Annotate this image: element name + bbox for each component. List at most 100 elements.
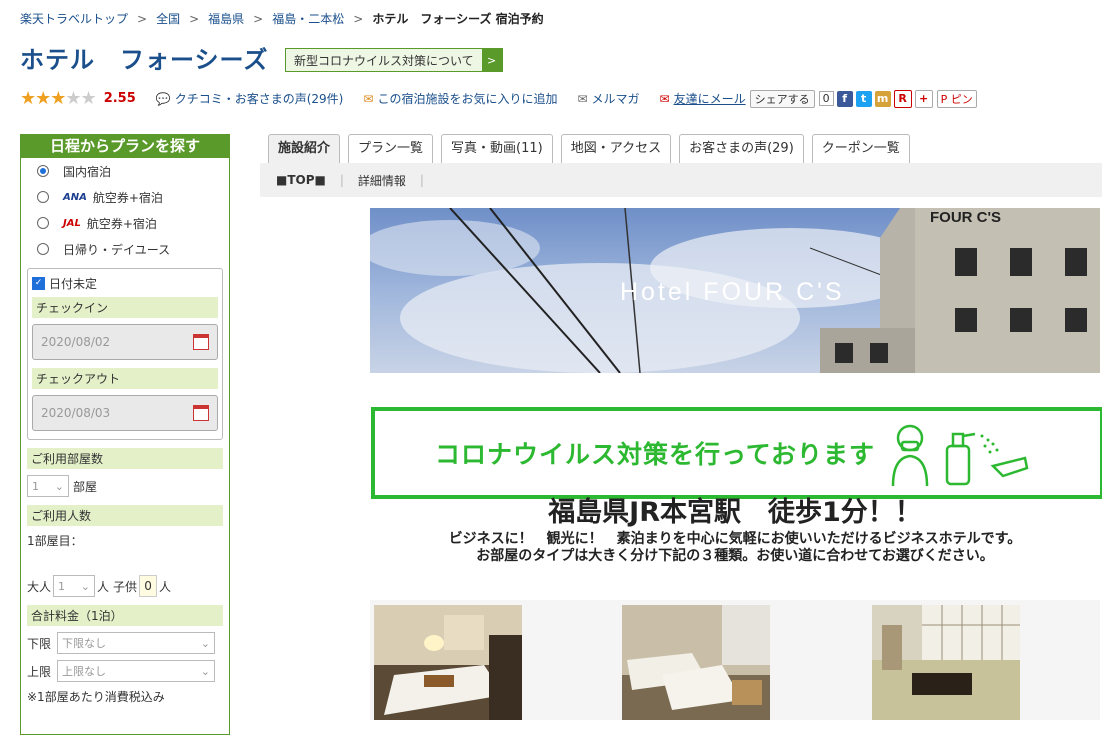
mail-friend-link[interactable]: ✉ 友達にメール xyxy=(660,90,746,107)
rooms-value: 1 xyxy=(32,479,39,493)
option-jal[interactable]: JAL 航空券+宿泊 xyxy=(21,210,229,236)
chevron-down-icon: ⌄ xyxy=(200,636,210,650)
adult-unit: 人 xyxy=(97,579,110,594)
plus-icon[interactable]: + xyxy=(914,89,933,108)
facebook-icon[interactable]: f xyxy=(836,90,853,107)
checkmark-icon[interactable]: ✓ xyxy=(32,276,45,290)
headline: 福島県JR本宮駅 徒歩1分！！ xyxy=(548,497,922,528)
breadcrumb-link-area[interactable]: 福島・二本松 xyxy=(272,12,344,26)
max-label: 上限 xyxy=(27,664,52,679)
price-label: 合計料金（1泊） xyxy=(27,605,223,626)
adult-value: 1 xyxy=(58,579,66,593)
room-photo-twin[interactable] xyxy=(622,605,770,720)
min-price-select[interactable]: 下限なし ⌄ xyxy=(57,632,215,654)
room-photo-single[interactable] xyxy=(374,605,522,720)
max-value: 上限なし xyxy=(62,665,106,678)
mail-icon: ✉ xyxy=(577,92,588,106)
facility-tabs: 施設紹介 プラン一覧 写真・動画(11) 地図・アクセス お客さまの声(29) … xyxy=(268,134,918,163)
divider: | xyxy=(419,173,424,187)
radio-button[interactable] xyxy=(37,165,49,177)
checkout-input[interactable]: 2020/08/03 xyxy=(32,395,218,431)
mailmag-link[interactable]: ✉ メルマガ xyxy=(577,90,639,107)
covid-info-button[interactable]: 新型コロナウイルス対策について > xyxy=(285,48,503,72)
review-score: 2.55 xyxy=(103,91,136,106)
option-domestic[interactable]: 国内宿泊 xyxy=(21,158,229,184)
radio-button[interactable] xyxy=(37,243,49,255)
pin-label: ピン xyxy=(950,92,973,106)
breadcrumb-link-top[interactable]: 楽天トラベルトップ xyxy=(20,12,128,26)
adult-label: 大人 xyxy=(27,579,52,594)
share-button[interactable]: シェアする xyxy=(749,89,815,108)
mail-icon: ✉ xyxy=(659,92,670,106)
covid-message: コロナウイルス対策を行っております xyxy=(435,440,876,469)
max-price-row: 上限 上限なし ⌄ xyxy=(27,660,223,682)
room-photo-japanese[interactable] xyxy=(872,605,1020,720)
tab-photos[interactable]: 写真・動画(11) xyxy=(441,134,553,163)
sanitizer-staff-icon xyxy=(891,424,1029,487)
checkout-label: チェックアウト xyxy=(32,368,218,389)
share-count: 0 xyxy=(818,91,834,106)
breadcrumb-separator: > xyxy=(253,12,264,26)
mixi-icon[interactable]: m xyxy=(874,90,891,107)
tab-map[interactable]: 地図・アクセス xyxy=(560,134,672,163)
room1-label: 1部屋目： xyxy=(27,534,83,548)
tab-plans[interactable]: プラン一覧 xyxy=(348,134,434,163)
breadcrumb-separator: > xyxy=(353,12,364,26)
subnav-details[interactable]: 詳細情報 xyxy=(344,172,420,189)
banner-photo: FOUR C'S Hotel FOUR C'S xyxy=(370,208,1100,373)
adult-select[interactable]: 1 ⌄ xyxy=(53,575,96,597)
reviews-link[interactable]: 💬 クチコミ・お客さまの声(29件) xyxy=(156,90,344,107)
mailmag-label: メルマガ xyxy=(591,92,640,106)
calendar-icon[interactable] xyxy=(193,334,209,350)
subnav-top[interactable]: ■TOP■ xyxy=(260,173,340,187)
date-undecided-checkbox[interactable]: ✓ 日付未定 xyxy=(32,273,218,293)
plan-search-sidebar: 日程からプランを探す 国内宿泊 ANA 航空券+宿泊 JAL 航空券+宿泊 日帰り・… xyxy=(20,134,230,735)
min-label: 下限 xyxy=(27,636,52,651)
favorite-link-label: この宿泊施設をお気に入りに追加 xyxy=(377,92,558,106)
option-label: 国内宿泊 xyxy=(63,164,112,179)
max-price-select[interactable]: 上限なし ⌄ xyxy=(57,660,215,682)
radio-button[interactable] xyxy=(37,217,49,229)
twitter-icon[interactable]: t xyxy=(855,90,872,107)
ana-logo: ANA xyxy=(63,191,87,203)
chevron-down-icon: ⌄ xyxy=(54,479,64,493)
tab-reviews[interactable]: お客さまの声(29) xyxy=(679,134,804,163)
checkout-placeholder: 2020/08/03 xyxy=(41,406,111,420)
breadcrumb: 楽天トラベルトップ > 全国 > 福島県 > 福島・二本松 > ホテル フォーシーズ 宿泊予約 xyxy=(20,10,544,27)
favorite-icon: ✉ xyxy=(363,92,374,106)
rating-row: ★★★★★ 2.55 💬 クチコミ・お客さまの声(29件) ✉ この宿泊施設をお気に… xyxy=(20,88,977,109)
child-label: 子供 xyxy=(113,579,138,594)
favorite-link[interactable]: ✉ この宿泊施設をお気に入りに追加 xyxy=(363,90,557,107)
chevron-down-icon: ⌄ xyxy=(200,664,210,678)
breadcrumb-link-prefecture[interactable]: 福島県 xyxy=(208,12,244,26)
tab-coupons[interactable]: クーポン一覧 xyxy=(811,134,910,163)
calendar-icon[interactable] xyxy=(193,405,209,421)
child-unit: 人 xyxy=(159,579,172,594)
option-ana[interactable]: ANA 航空券+宿泊 xyxy=(21,184,229,210)
breadcrumb-separator: > xyxy=(137,12,148,26)
description-line: ビジネスに！ 観光に！ 素泊まりを中心に気軽にお使いいただけるビジネスホテルです… xyxy=(448,531,1022,547)
share-label: シェアする xyxy=(754,92,810,106)
rooms-select[interactable]: 1 ⌄ xyxy=(27,475,69,497)
checkin-label: チェックイン xyxy=(32,297,218,318)
checkin-placeholder: 2020/08/02 xyxy=(41,335,111,349)
description-line: お部屋のタイプは大きく分け下記の３種類。お使い道に合わせてお選びください。 xyxy=(476,548,994,564)
covid-info-label: 新型コロナウイルス対策について xyxy=(294,53,474,68)
date-box: ✓ 日付未定 チェックイン 2020/08/02 チェックアウト 2020/08/… xyxy=(27,268,223,440)
guest-count-row: 大人 1 ⌄ 人 子供 0 人 xyxy=(27,575,223,597)
covid-measures-banner[interactable]: コロナウイルス対策を行っております xyxy=(371,407,1102,499)
min-value: 下限なし xyxy=(62,637,106,650)
child-input[interactable]: 0 xyxy=(139,575,158,597)
tab-facility-intro[interactable]: 施設紹介 xyxy=(268,134,341,163)
option-dayuse[interactable]: 日帰り・デイユース xyxy=(21,236,229,262)
sidebar-title: 日程からプランを探す xyxy=(21,134,229,158)
checkin-input[interactable]: 2020/08/02 xyxy=(32,324,218,360)
jal-logo: JAL xyxy=(63,217,81,229)
pinterest-button[interactable]: P ピン xyxy=(936,89,977,108)
option-label: 航空券+宿泊 xyxy=(86,216,157,231)
rooms-unit: 部屋 xyxy=(73,479,98,494)
option-label: 航空券+宿泊 xyxy=(92,190,163,205)
rakuten-icon[interactable]: R xyxy=(893,89,912,108)
breadcrumb-link-nationwide[interactable]: 全国 xyxy=(156,12,180,26)
radio-button[interactable] xyxy=(37,191,49,203)
